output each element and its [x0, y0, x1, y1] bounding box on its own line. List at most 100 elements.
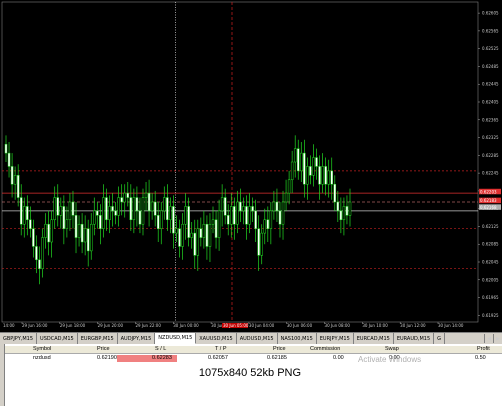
time-label: 29 Jun 18:00 — [60, 323, 86, 328]
candle-body — [56, 197, 60, 216]
candle-body — [102, 197, 105, 229]
candle-body — [263, 219, 267, 234]
candle-body — [172, 206, 175, 234]
candle-body — [217, 210, 221, 238]
header-tp[interactable]: T / P — [215, 346, 227, 353]
tab-eurcad[interactable]: EURCAD,M15 — [353, 333, 394, 344]
candle-body — [10, 166, 14, 185]
candle-body — [333, 183, 337, 203]
candle-body — [38, 259, 41, 269]
row-price2: 0.62185 — [267, 355, 287, 361]
candle-body — [19, 197, 23, 225]
row-commission: 0.00 — [333, 355, 344, 361]
price-label: 0.62485 — [482, 64, 499, 69]
header-commission[interactable]: Commission — [310, 346, 340, 353]
tab-nzdusd[interactable]: NZDUSD,M15 — [155, 333, 197, 344]
candle-body — [321, 166, 324, 185]
price-label: 0.62005 — [482, 277, 499, 282]
candle-body — [74, 215, 78, 238]
candle-body — [303, 152, 306, 185]
candle-body — [184, 206, 187, 225]
candle-body — [175, 228, 178, 234]
header-price2[interactable]: Price — [273, 346, 286, 353]
candle-body — [89, 223, 93, 252]
candle-body — [150, 201, 154, 212]
candle-body — [233, 206, 236, 225]
candle-body — [111, 206, 114, 212]
candle-body — [336, 201, 340, 212]
candle-body — [86, 228, 90, 252]
candle-body — [275, 201, 279, 212]
candle-body — [23, 206, 26, 225]
row-tp: 0.62057 — [208, 355, 228, 361]
tab-g[interactable]: G — [434, 333, 446, 344]
candle-body — [342, 206, 346, 221]
candle-body — [120, 197, 123, 203]
candle-body — [147, 192, 151, 212]
row-sl: 0.62283 — [152, 355, 172, 361]
candle-body — [293, 148, 297, 163]
tab-audusd[interactable]: AUDUSD,M15 — [236, 333, 278, 344]
row-price: 0.62190 — [97, 355, 117, 361]
candle-body — [296, 148, 300, 172]
header-profit[interactable]: Profit — [477, 346, 490, 353]
price-label: 0.62365 — [482, 117, 499, 122]
candle-body — [345, 206, 349, 216]
candle-body — [315, 157, 318, 167]
candle-body — [105, 197, 108, 221]
tab-nas100[interactable]: NAS100,M15 — [277, 333, 317, 344]
candle-body — [26, 206, 29, 221]
candle-body — [339, 210, 343, 221]
candle-body — [281, 201, 285, 225]
header-sl[interactable]: S / L — [155, 346, 166, 353]
price-chart[interactable]: 0.62605 0.62565 0.62525 0.62485 0.62445 0.624… — [0, 0, 502, 330]
time-label: 14:00 — [3, 323, 15, 328]
row-symbol: nzdusd — [33, 355, 51, 361]
candle-body — [327, 170, 330, 185]
terminal-header: Symbol Price S / L T / P Price Commissio… — [5, 346, 502, 354]
candle-body — [196, 228, 200, 256]
candle-body — [290, 161, 294, 181]
table-row[interactable]: nzdusd 0.62190 0.62283 0.62057 0.62185 0… — [5, 355, 502, 362]
time-label: 30 Jun 10:00 — [362, 323, 388, 328]
time-label: 30 Jun 00:00 — [173, 323, 199, 328]
candle-body — [211, 219, 215, 225]
candle-body — [190, 232, 193, 238]
price-label: 0.61925 — [482, 313, 499, 318]
candle-body — [330, 170, 333, 185]
candle-body — [7, 152, 11, 167]
candle-body — [144, 192, 148, 198]
header-symbol[interactable]: Symbol — [33, 346, 51, 353]
candle-body — [214, 219, 218, 238]
chart-tabs: GBPJPY,M15 USDCAD,M15 EURGBP,M15 AUDJPY,… — [0, 332, 502, 344]
candle-body — [300, 152, 303, 172]
scroll-right-icon[interactable]: ▶ — [493, 334, 502, 343]
chart-area[interactable]: 0.62605 0.62565 0.62525 0.62485 0.62445 0.624… — [0, 0, 502, 330]
candle-body — [41, 237, 44, 269]
price-tag-label: 0.62203 — [480, 189, 497, 194]
activate-windows-watermark: Activate Windows — [358, 355, 422, 364]
candle-body — [132, 197, 136, 221]
candle-body — [50, 219, 53, 243]
price-label: 0.62125 — [482, 224, 499, 229]
scroll-left-icon[interactable]: ◀ — [484, 334, 493, 343]
candle-body — [251, 206, 254, 212]
highlight-time-label: 30 Jun 05:00 — [223, 323, 249, 328]
candle-body — [77, 223, 81, 238]
candle-body — [248, 206, 251, 225]
header-price[interactable]: Price — [97, 346, 110, 353]
price-label: 0.62045 — [482, 260, 499, 265]
candle-body — [160, 210, 163, 229]
tab-xauusd[interactable]: XAUUSD,M15 — [196, 333, 237, 344]
candle-body — [138, 210, 142, 225]
candle-body — [257, 228, 260, 256]
tab-eurjpy[interactable]: EURJPY,M15 — [316, 333, 354, 344]
tab-usdcad[interactable]: USDCAD,M15 — [37, 333, 78, 344]
tab-audjpy[interactable]: AUDJPY,M15 — [117, 333, 156, 344]
candle-body — [135, 197, 139, 212]
tab-eurgbp[interactable]: EURGBP,M15 — [77, 333, 118, 344]
tab-gbpjpy[interactable]: GBPJPY,M15 — [0, 333, 38, 344]
candle-body — [29, 219, 32, 229]
header-swap[interactable]: Swap — [385, 346, 399, 353]
tab-euraud[interactable]: EURAUD,M15 — [393, 333, 435, 344]
